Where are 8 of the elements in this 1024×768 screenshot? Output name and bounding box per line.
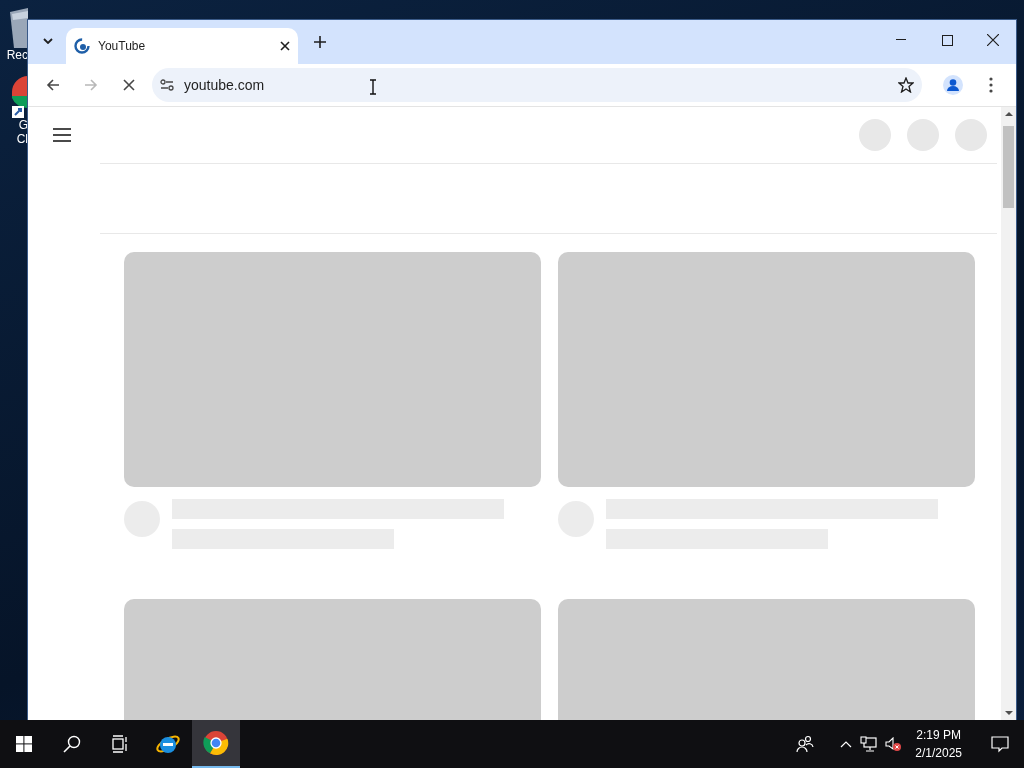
clock-date: 2/1/2025 <box>915 745 962 762</box>
browser-tab[interactable]: YouTube <box>66 28 298 64</box>
clock-time: 2:19 PM <box>915 727 962 744</box>
clock[interactable]: 2:19 PM 2/1/2025 <box>909 726 968 762</box>
desktop-icon-label: G <box>18 118 28 132</box>
desktop-icon-label: Rec <box>6 48 28 62</box>
address-bar[interactable]: youtube.com <box>152 68 922 102</box>
desktop-icon-label: Cl <box>16 132 28 146</box>
